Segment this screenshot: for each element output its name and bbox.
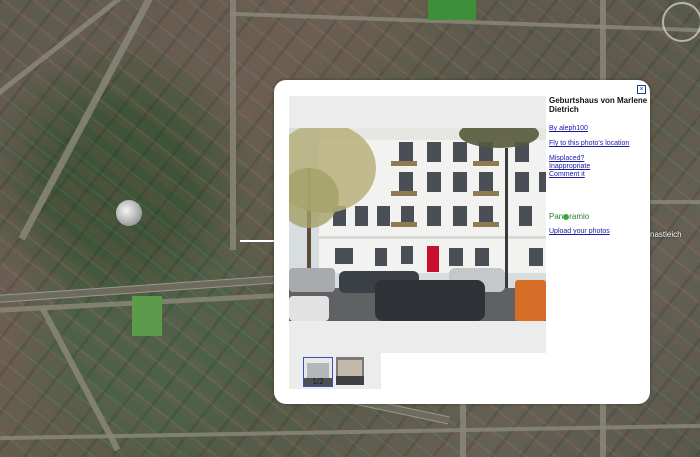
map-road (40, 307, 121, 452)
upload-photos-link[interactable]: Upload your photos (549, 228, 649, 236)
map-sports-field (428, 0, 476, 20)
fly-to-location-link[interactable]: Fly to this photo's location (549, 140, 649, 148)
comment-link[interactable]: Comment it (549, 171, 649, 179)
panoramio-logo[interactable]: Pan ramio (549, 212, 649, 221)
photo-info-column: Geburtshaus von Marlene Dietrich By alep… (549, 96, 649, 236)
map-road (460, 400, 466, 457)
map-circular-structure (662, 2, 700, 42)
map-sports-field (132, 296, 162, 336)
building-photo[interactable] (289, 128, 546, 321)
map-road (650, 200, 700, 204)
close-icon[interactable]: × (637, 85, 646, 94)
map-road (0, 0, 295, 124)
thumbnail-counter: 1/2 (312, 377, 324, 386)
photo-title: Geburtshaus von Marlene Dietrich (549, 96, 648, 114)
map-place-label: nastleich (650, 230, 682, 239)
balloon-pointer (240, 240, 276, 242)
thumbnail-2[interactable] (336, 357, 364, 385)
inappropriate-link[interactable]: Inappropriate (549, 163, 649, 171)
thumbnail-2-image (336, 357, 364, 385)
map-dome-building (116, 200, 142, 226)
panoramio-logo-text-right: ramio (569, 212, 590, 221)
author-link[interactable]: By aleph100 (549, 125, 649, 133)
map-road (230, 0, 236, 250)
building-photo-image (289, 128, 546, 321)
misplaced-link[interactable]: Misplaced? (549, 155, 649, 163)
panoramio-logo-text-left: Pan (549, 212, 564, 221)
